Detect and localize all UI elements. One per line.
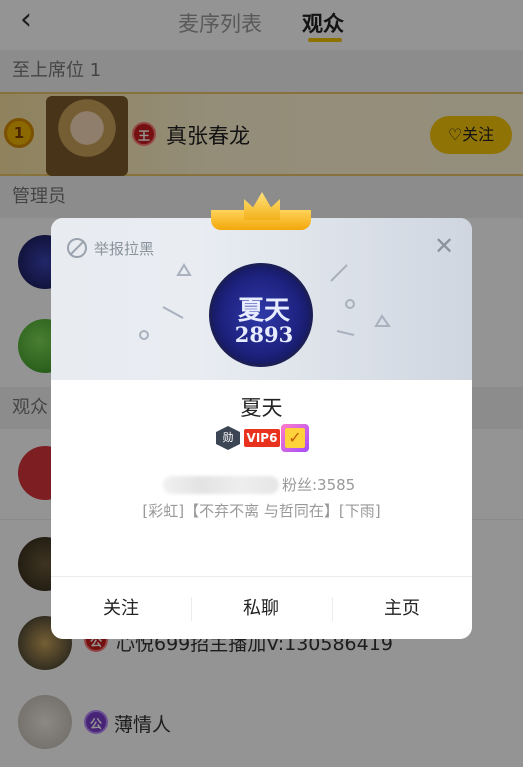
profile-signature: [彩虹]【不弃不离 与哲同在】[下雨]	[142, 502, 381, 520]
profile-card-header: 举报拉黑 ✕ 夏天 2893	[51, 218, 472, 380]
profile-avatar[interactable]: 夏天 2893	[209, 263, 313, 367]
check-icon: ✓	[285, 428, 305, 448]
blurred-user-id	[163, 476, 279, 494]
checkin-badge-icon: ✓	[281, 424, 309, 452]
profile-actions: 关注 私聊 主页	[51, 576, 472, 639]
user-profile-card: 举报拉黑 ✕ 夏天 2893 夏天 勋 VIP6 ✓ 粉丝:3585 [彩虹]【…	[51, 192, 472, 639]
avatar-text-line: 2893	[234, 322, 294, 347]
profile-name: 夏天	[240, 396, 283, 420]
fans-count: 粉丝:3585	[282, 476, 356, 494]
follow-button[interactable]: 关注	[51, 577, 191, 640]
homepage-button[interactable]: 主页	[332, 577, 472, 640]
vip-badge: VIP6	[244, 429, 280, 447]
medal-badge-icon: 勋	[216, 426, 240, 450]
private-chat-button[interactable]: 私聊	[191, 577, 331, 640]
